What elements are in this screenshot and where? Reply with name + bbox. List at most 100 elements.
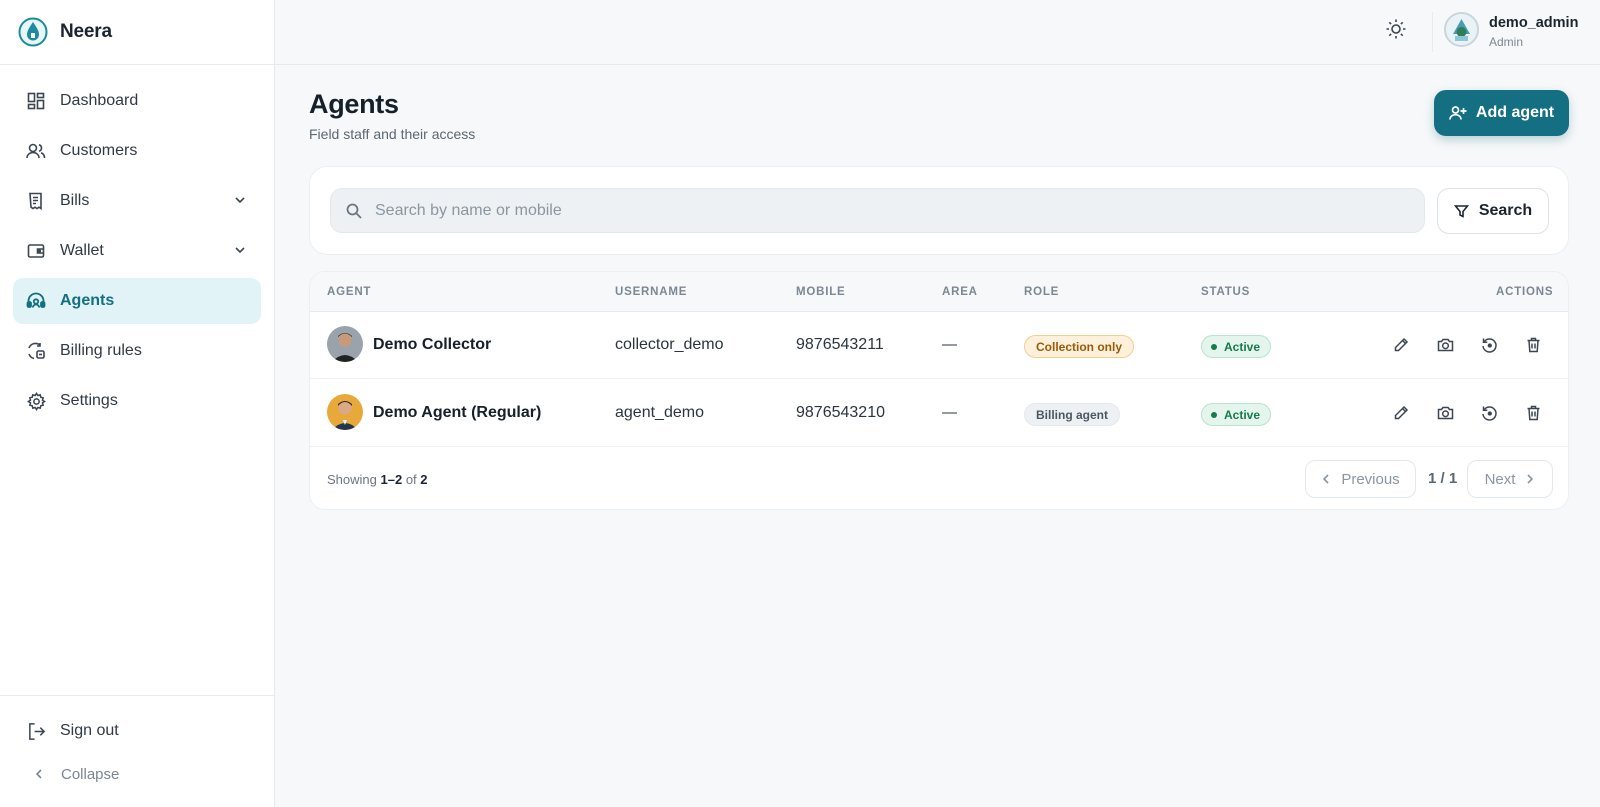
topbar-divider: [1432, 12, 1433, 52]
trash-icon[interactable]: [1522, 334, 1544, 356]
sidebar-item-billing-rules[interactable]: Billing rules: [13, 328, 261, 374]
showing-of: of: [405, 472, 417, 487]
sidebar-item-label: Customers: [60, 142, 138, 159]
collapse-label: Collapse: [61, 765, 120, 783]
showing-total: 2: [420, 472, 428, 487]
showing-range: 1–2: [380, 472, 403, 487]
add-agent-label: Add agent: [1475, 104, 1555, 121]
add-agent-button[interactable]: Add agent: [1434, 90, 1569, 136]
sidebar-item-dashboard[interactable]: Dashboard: [13, 78, 261, 124]
chevron-down-icon[interactable]: [233, 243, 247, 257]
wallet-icon: [26, 241, 46, 261]
sidebar-item-label: Wallet: [60, 242, 104, 259]
gear-icon: [26, 391, 46, 411]
user-plus-icon: [1449, 106, 1467, 120]
sidebar-item-settings[interactable]: Settings: [13, 378, 261, 424]
status-label: Active: [1224, 407, 1261, 422]
search-button[interactable]: Search: [1437, 188, 1549, 234]
receipt-icon: [26, 191, 46, 211]
showing-prefix: Showing: [327, 472, 377, 487]
camera-icon[interactable]: [1434, 402, 1456, 424]
agent-name[interactable]: Demo Collector: [373, 336, 491, 354]
refresh-rules-icon: [26, 341, 46, 361]
status-badge: Active: [1201, 403, 1272, 426]
sidebar-item-agents[interactable]: Agents: [13, 278, 261, 324]
water-drop-logo-icon: [18, 17, 48, 47]
role-badge: Collection only: [1024, 335, 1135, 358]
brand-name: Neera: [60, 21, 112, 42]
search-box[interactable]: [330, 188, 1425, 233]
page-title: Agents: [309, 89, 399, 119]
avatar: [327, 326, 363, 362]
user-role: Admin: [1489, 35, 1524, 49]
table-header: AGENT USERNAME MOBILE AREA ROLE STATUS A…: [310, 272, 1568, 312]
table-row[interactable]: Demo Collector collector_demo 9876543211…: [310, 312, 1568, 379]
column-header-agent[interactable]: AGENT: [327, 286, 371, 298]
next-label: Next: [1484, 470, 1516, 488]
camera-icon[interactable]: [1434, 334, 1456, 356]
previous-label: Previous: [1341, 470, 1400, 488]
chevron-right-icon: [1527, 474, 1534, 484]
previous-button[interactable]: Previous: [1305, 460, 1416, 498]
brand[interactable]: Neera: [0, 0, 274, 65]
agent-mobile: 9876543211: [796, 336, 884, 353]
column-header-mobile[interactable]: MOBILE: [796, 286, 846, 298]
agent-mobile: 9876543210: [796, 404, 885, 421]
edit-icon[interactable]: [1390, 334, 1412, 356]
chevron-left-icon: [29, 764, 49, 784]
column-header-role[interactable]: ROLE: [1024, 286, 1059, 298]
user-name: demo_admin: [1489, 15, 1579, 31]
sidebar-item-label: Agents: [60, 292, 115, 309]
chevron-left-icon: [1323, 474, 1329, 484]
sidebar: Neera Dashboard Customers Bills Wallet A…: [0, 0, 275, 807]
status-dot: [1211, 411, 1217, 418]
agent-area: —: [942, 336, 957, 353]
sidebar-item-label: Billing rules: [60, 342, 142, 359]
sign-out-label: Sign out: [60, 722, 119, 739]
topbar: demo_admin Admin: [275, 0, 1600, 65]
sun-icon[interactable]: [1385, 18, 1407, 40]
edit-icon[interactable]: [1390, 402, 1412, 424]
trash-icon[interactable]: [1522, 402, 1544, 424]
column-header-area[interactable]: AREA: [942, 286, 978, 298]
status-badge: Active: [1201, 335, 1272, 358]
column-header-actions: ACTIONS: [1496, 286, 1554, 298]
sign-out-icon: [26, 721, 46, 741]
agent-username: collector_demo: [615, 336, 724, 353]
table-row[interactable]: Demo Agent (Regular) agent_demo 98765432…: [310, 380, 1568, 447]
sidebar-item-bills[interactable]: Bills: [13, 178, 261, 224]
chevron-down-icon[interactable]: [233, 193, 247, 207]
reset-icon[interactable]: [1478, 402, 1500, 424]
search-button-label: Search: [1478, 202, 1533, 219]
sidebar-footer: Sign out Collapse: [0, 695, 274, 807]
agent-name[interactable]: Demo Agent (Regular): [373, 404, 541, 422]
sidebar-nav: Dashboard Customers Bills Wallet Agents …: [0, 65, 274, 424]
avatar: [327, 394, 363, 430]
collapse-button[interactable]: Collapse: [13, 754, 261, 794]
search-icon: [346, 203, 362, 219]
next-button[interactable]: Next: [1467, 460, 1553, 498]
page-indicator: 1 / 1: [1428, 470, 1458, 487]
status-label: Active: [1224, 339, 1261, 354]
reset-icon[interactable]: [1478, 334, 1500, 356]
agent-username: agent_demo: [615, 404, 704, 421]
avatar[interactable]: [1444, 12, 1479, 47]
status-dot: [1211, 343, 1217, 350]
agents-table: AGENT USERNAME MOBILE AREA ROLE STATUS A…: [309, 271, 1569, 510]
headset-icon: [26, 291, 46, 311]
sidebar-item-label: Settings: [60, 392, 118, 409]
filter-icon: [1453, 204, 1469, 218]
sidebar-item-label: Dashboard: [60, 92, 139, 109]
column-header-status[interactable]: STATUS: [1201, 286, 1250, 298]
sidebar-item-customers[interactable]: Customers: [13, 128, 261, 174]
sign-out-button[interactable]: Sign out: [13, 708, 261, 754]
search-input[interactable]: [375, 201, 1375, 220]
users-icon: [26, 141, 46, 161]
role-badge: Billing agent: [1024, 403, 1120, 426]
sidebar-item-wallet[interactable]: Wallet: [13, 228, 261, 274]
sidebar-item-label: Bills: [60, 192, 90, 209]
page-subtitle: Field staff and their access: [309, 126, 476, 142]
column-header-username[interactable]: USERNAME: [615, 286, 687, 298]
dashboard-icon: [26, 91, 46, 111]
search-card: Search: [309, 166, 1569, 255]
